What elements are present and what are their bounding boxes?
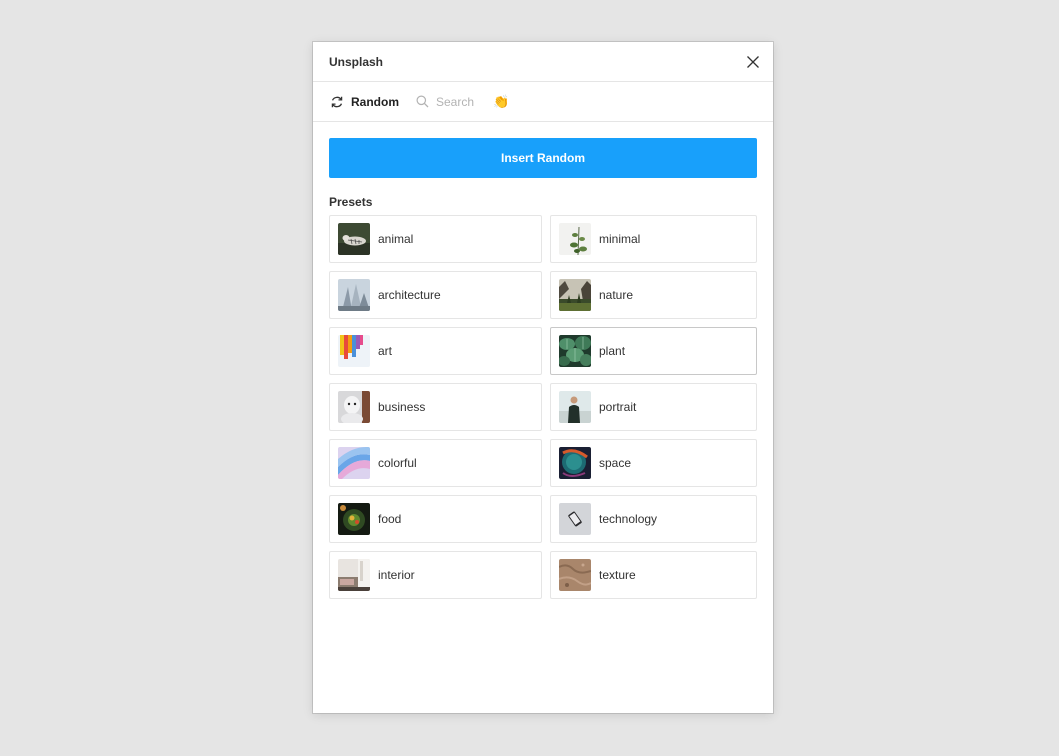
clapping-hands-icon[interactable]: 👏 (492, 93, 510, 109)
preset-label: nature (599, 288, 634, 302)
colorful-thumbnail (338, 447, 370, 479)
technology-thumbnail (559, 503, 591, 535)
preset-portrait[interactable]: portrait (550, 383, 757, 431)
portrait-thumbnail (559, 391, 591, 423)
tab-bar: Random Search 👏 (313, 82, 773, 122)
preset-art[interactable]: art (329, 327, 542, 375)
preset-texture[interactable]: texture (550, 551, 757, 599)
preset-label: colorful (378, 456, 417, 470)
space-thumbnail (559, 447, 591, 479)
search-icon (416, 95, 429, 108)
preset-label: minimal (599, 232, 641, 246)
food-thumbnail (338, 503, 370, 535)
tab-search[interactable]: Search (416, 95, 474, 109)
unsplash-dialog: Unsplash Random Search 👏 Insert Random P… (313, 42, 773, 713)
window-title: Unsplash (329, 54, 384, 69)
preset-interior[interactable]: interior (329, 551, 542, 599)
animal-thumbnail (338, 223, 370, 255)
preset-label: architecture (378, 288, 441, 302)
preset-architecture[interactable]: architecture (329, 271, 542, 319)
preset-plant[interactable]: plant (550, 327, 757, 375)
preset-business[interactable]: business (329, 383, 542, 431)
search-placeholder: Search (436, 94, 475, 109)
preset-label: technology (599, 512, 658, 526)
tab-random-label: Random (351, 94, 399, 109)
business-thumbnail (338, 391, 370, 423)
architecture-thumbnail (338, 279, 370, 311)
art-thumbnail (338, 335, 370, 367)
refresh-icon (331, 96, 343, 107)
preset-label: food (378, 512, 402, 526)
insert-random-button[interactable]: Insert Random (329, 138, 757, 178)
preset-technology[interactable]: technology (550, 495, 757, 543)
titlebar: Unsplash (313, 42, 773, 82)
minimal-thumbnail (559, 223, 591, 255)
preset-nature[interactable]: nature (550, 271, 757, 319)
preset-animal[interactable]: animal (329, 215, 542, 263)
tab-random[interactable]: Random (329, 94, 399, 110)
preset-label: texture (599, 568, 636, 582)
preset-food[interactable]: food (329, 495, 542, 543)
preset-label: plant (599, 344, 626, 358)
preset-space[interactable]: space (550, 439, 757, 487)
preset-label: art (378, 344, 393, 358)
preset-label: space (599, 456, 632, 470)
preset-colorful[interactable]: colorful (329, 439, 542, 487)
preset-label: portrait (599, 400, 637, 414)
presets-heading: Presets (329, 195, 373, 209)
presets-grid: animal minimal architecture nature art p… (329, 215, 757, 599)
texture-thumbnail (559, 559, 591, 591)
emoji-glyph: 👏 (492, 93, 510, 109)
nature-thumbnail (559, 279, 591, 311)
preset-label: business (378, 400, 426, 414)
interior-thumbnail (338, 559, 370, 591)
preset-label: animal (378, 232, 414, 246)
plant-thumbnail (559, 335, 591, 367)
preset-label: interior (378, 568, 415, 582)
preset-minimal[interactable]: minimal (550, 215, 757, 263)
close-icon[interactable] (745, 54, 761, 70)
